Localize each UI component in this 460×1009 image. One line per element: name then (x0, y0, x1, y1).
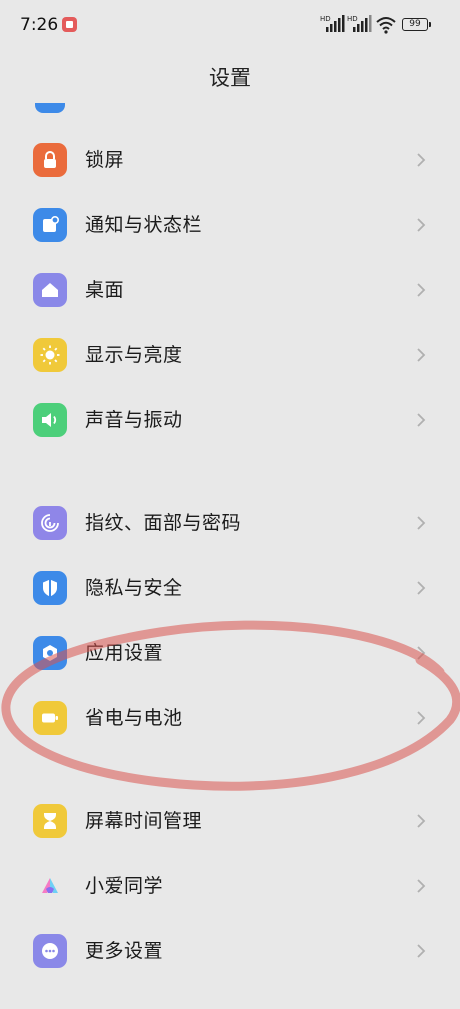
settings-item-label: 指纹、面部与密码 (85, 512, 242, 534)
settings-item-label: 桌面 (85, 279, 125, 301)
settings-item-sound[interactable]: 声音与振动 (0, 390, 460, 450)
notification-app-icon (62, 17, 77, 32)
settings-item-label: 更多设置 (85, 940, 164, 962)
clock: 7:26 (20, 15, 59, 35)
settings-item-battery[interactable]: 省电与电池 (0, 688, 460, 748)
more-icon (33, 934, 67, 968)
chevron-right-icon (417, 153, 426, 167)
settings-item-label: 通知与状态栏 (85, 214, 203, 236)
hourglass-icon (33, 804, 67, 838)
status-bar: 7:26 HD HD 99 (0, 0, 460, 52)
battery-icon (33, 701, 67, 735)
signal-hd-label-2: HD (347, 15, 358, 23)
settings-item-desktop[interactable]: 桌面 (0, 260, 460, 320)
chevron-right-icon (417, 218, 426, 232)
settings-item-privacy[interactable]: 隐私与安全 (0, 558, 460, 618)
settings-item-label: 锁屏 (85, 149, 125, 171)
settings-item-label: 声音与振动 (85, 409, 183, 431)
app-gear-icon (33, 636, 67, 670)
chevron-right-icon (417, 944, 426, 958)
signal-icon-2: HD (347, 15, 372, 32)
settings-item-label: 省电与电池 (85, 707, 183, 729)
settings-item-screen-time[interactable]: 屏幕时间管理 (0, 791, 460, 851)
chevron-right-icon (417, 413, 426, 427)
signal-icon: HD (320, 15, 345, 32)
settings-item-notifications[interactable]: 通知与状态栏 (0, 195, 460, 255)
chevron-right-icon (417, 516, 426, 530)
chevron-right-icon (417, 581, 426, 595)
shield-icon (33, 571, 67, 605)
speaker-icon (33, 403, 67, 437)
settings-item-label: 隐私与安全 (85, 577, 183, 599)
fingerprint-icon (33, 506, 67, 540)
battery-indicator: 99 (402, 18, 431, 31)
chevron-right-icon (417, 814, 426, 828)
chevron-right-icon (417, 348, 426, 362)
sun-icon (33, 338, 67, 372)
settings-item-xiaoai[interactable]: 小爱同学 (0, 856, 460, 916)
partially-hidden-icon (35, 103, 65, 113)
notification-icon (33, 208, 67, 242)
settings-item-label: 应用设置 (85, 642, 164, 664)
xiaoai-icon (33, 869, 67, 903)
signal-hd-label: HD (320, 15, 331, 23)
chevron-right-icon (417, 283, 426, 297)
settings-item-label: 显示与亮度 (85, 344, 183, 366)
settings-item-display[interactable]: 显示与亮度 (0, 325, 460, 385)
chevron-right-icon (417, 711, 426, 725)
chevron-right-icon (417, 646, 426, 660)
settings-item-label: 屏幕时间管理 (85, 810, 203, 832)
settings-item-apps[interactable]: 应用设置 (0, 623, 460, 683)
settings-item-label: 小爱同学 (85, 875, 164, 897)
chevron-right-icon (417, 879, 426, 893)
home-icon (33, 273, 67, 307)
settings-item-lock-screen[interactable]: 锁屏 (0, 130, 460, 190)
settings-item-more[interactable]: 更多设置 (0, 921, 460, 981)
lock-icon (33, 143, 67, 177)
page-title: 设置 (209, 66, 251, 90)
settings-item-fingerprint[interactable]: 指纹、面部与密码 (0, 493, 460, 553)
wifi-icon (376, 17, 396, 34)
